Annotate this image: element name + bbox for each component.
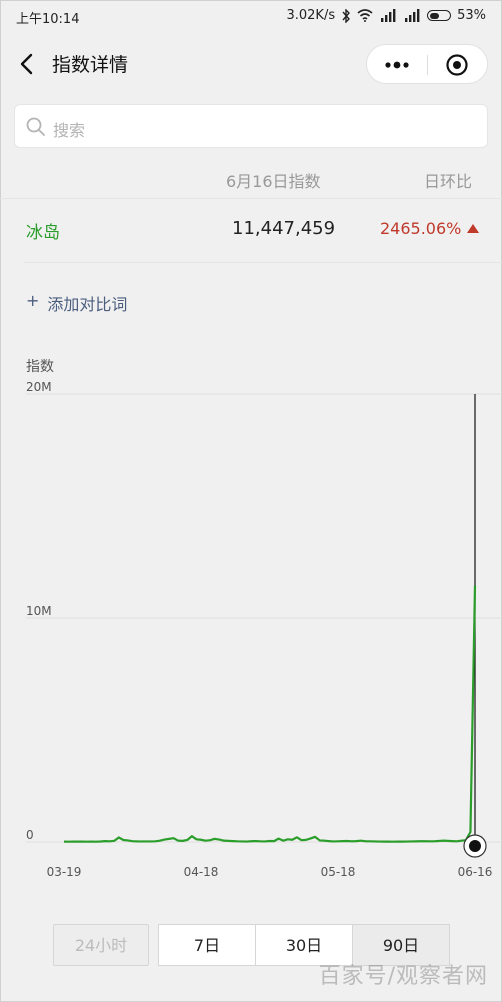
page-title: 指数详情 xyxy=(52,54,129,76)
trend-up-icon xyxy=(467,224,480,233)
keyword-index-value: 11,447,459 xyxy=(232,218,336,239)
signal-hd-icon xyxy=(381,9,396,22)
mini-program-capsule xyxy=(366,44,488,84)
search-placeholder: 搜索 xyxy=(53,121,86,140)
status-bar: 上午10:14 3.02K/s 53% xyxy=(0,0,502,32)
chevron-left-icon[interactable] xyxy=(14,50,42,78)
battery-icon xyxy=(427,10,452,21)
add-compare-button[interactable]: + 添加对比词 xyxy=(26,291,127,315)
chart-x-tick-label: 06-16 xyxy=(458,865,493,879)
range-button-1[interactable]: 7日 xyxy=(158,924,256,966)
status-indicators: 3.02K/s 53% xyxy=(286,8,486,23)
header: 指数详情 xyxy=(0,36,502,92)
keyword-day-ratio: 2465.06% xyxy=(380,219,480,238)
keyword-name[interactable]: 冰岛 xyxy=(26,218,60,243)
column-header-date-index: 6月16日指数 xyxy=(226,172,321,191)
target-icon[interactable] xyxy=(445,53,469,77)
chart-x-tick-label: 05-18 xyxy=(321,865,356,879)
chart-y-tick-label: 20M xyxy=(26,380,52,394)
divider xyxy=(0,198,502,199)
network-speed: 3.02K/s xyxy=(286,8,336,23)
plus-icon: + xyxy=(26,291,40,310)
add-compare-label: 添加对比词 xyxy=(47,295,128,314)
capsule-divider xyxy=(427,55,428,75)
chart-cursor-marker-dot xyxy=(469,840,481,852)
watermark-text: 百家号/观察者网 xyxy=(318,964,488,989)
range-button-0[interactable]: 24小时 xyxy=(53,924,149,966)
status-time: 上午10:14 xyxy=(16,12,80,27)
bluetooth-icon xyxy=(342,8,351,23)
divider xyxy=(24,262,502,263)
battery-fill xyxy=(429,12,440,19)
wifi-icon xyxy=(357,9,373,22)
chart-y-tick-label: 0 xyxy=(26,828,34,842)
chart-x-tick-label: 04-18 xyxy=(184,865,219,879)
signal-hd-icon xyxy=(405,9,420,22)
search-input[interactable]: 搜索 xyxy=(14,104,488,148)
chart-y-axis-label: 指数 xyxy=(26,359,54,375)
more-dots-icon[interactable] xyxy=(381,53,413,77)
ratio-value: 2465.06% xyxy=(380,219,462,238)
index-line-chart[interactable]: 20M 10M 0 03-19 04-18 05-18 06-16 xyxy=(0,380,502,880)
column-header-day-ratio: 日环比 xyxy=(424,172,473,191)
chart-x-tick-label: 03-19 xyxy=(47,865,82,879)
chart-series-line xyxy=(63,585,477,843)
search-icon xyxy=(26,117,45,136)
chart-y-tick-label: 10M xyxy=(26,604,52,618)
battery-percent: 53% xyxy=(457,8,486,23)
